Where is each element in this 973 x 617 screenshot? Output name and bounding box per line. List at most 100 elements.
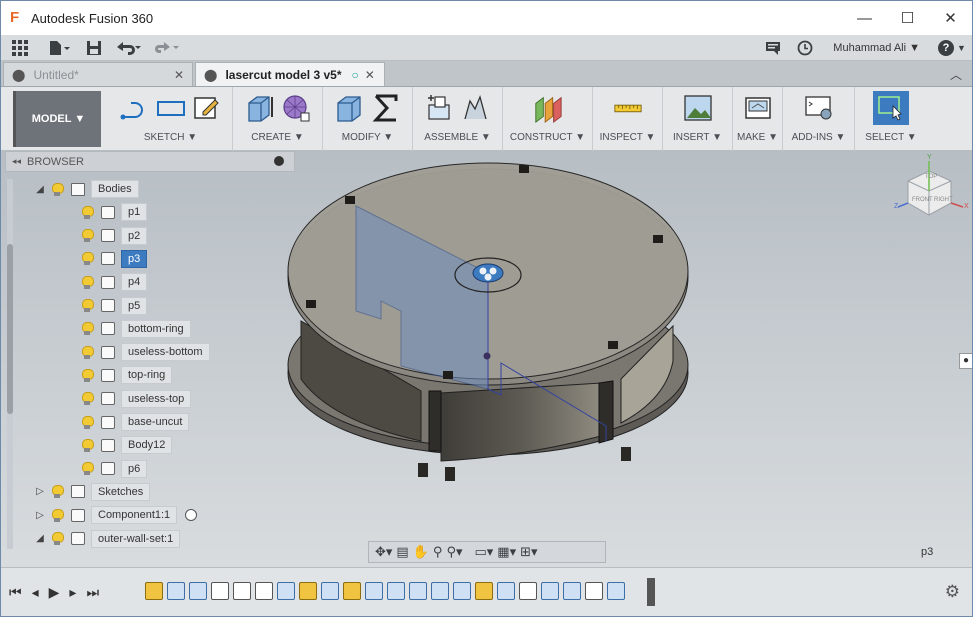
go-to-end-icon[interactable]: ⏭	[86, 584, 99, 601]
step-forward-icon[interactable]: ▸	[69, 584, 76, 601]
fit-icon[interactable]: ⚲▾	[446, 544, 462, 560]
browser-item[interactable]: bottom-ring	[67, 319, 191, 339]
viewcube-front-label[interactable]: FRONT	[912, 197, 933, 203]
visibility-bulb-icon[interactable]	[81, 229, 94, 243]
browser-item[interactable]: Body12	[67, 435, 173, 455]
sum-icon[interactable]	[371, 93, 401, 123]
timeline-marker[interactable]	[647, 578, 655, 606]
timeline-feature[interactable]	[541, 582, 559, 600]
timeline-feature[interactable]	[409, 582, 427, 600]
close-tab-icon[interactable]: ✕	[174, 68, 184, 82]
create-group[interactable]: CREATE ▼	[233, 87, 323, 151]
save-icon[interactable]	[79, 35, 109, 61]
timeline-feature[interactable]	[343, 582, 361, 600]
step-back-icon[interactable]: ◂	[32, 584, 39, 601]
help-icon[interactable]: ? ▼	[932, 35, 972, 61]
browser-item[interactable]: p3	[67, 249, 148, 269]
timeline-feature[interactable]	[585, 582, 603, 600]
timeline-feature[interactable]	[211, 582, 229, 600]
look-at-icon[interactable]: ▤	[396, 544, 408, 560]
insert-group[interactable]: INSERT ▼	[663, 87, 733, 151]
viewcube-top-label[interactable]: TOP	[925, 174, 937, 180]
browser-item[interactable]: top-ring	[67, 365, 173, 385]
close-tab-icon[interactable]: ✕	[365, 68, 375, 82]
visibility-bulb-icon[interactable]	[81, 299, 94, 312]
gear-icon[interactable]: ⚙	[945, 582, 960, 602]
construct-group[interactable]: CONSTRUCT ▼	[503, 87, 593, 151]
make-group[interactable]: MAKE ▼	[733, 87, 783, 151]
browser-options-icon[interactable]	[274, 156, 284, 166]
timeline-feature[interactable]	[365, 582, 383, 600]
timeline-feature[interactable]	[387, 582, 405, 600]
zoom-icon[interactable]: ⚲	[433, 544, 443, 560]
activate-component-radio[interactable]	[185, 509, 198, 522]
browser-item[interactable]: ◢ Bodies	[33, 179, 139, 199]
close-button[interactable]: ✕	[929, 1, 972, 35]
expand-caret-icon[interactable]: ▷	[33, 486, 47, 497]
expand-caret-icon[interactable]: ◢	[33, 184, 47, 195]
viewcube-right-label[interactable]: RIGHT	[934, 197, 953, 203]
measure-icon[interactable]	[613, 93, 643, 123]
timeline-feature[interactable]	[431, 582, 449, 600]
insert-image-icon[interactable]	[683, 93, 713, 123]
3d-print-icon[interactable]	[743, 93, 773, 123]
inspect-group[interactable]: INSPECT ▼	[593, 87, 663, 151]
undo-icon[interactable]	[109, 35, 149, 61]
viewports-icon[interactable]: ⊞▾	[520, 544, 537, 560]
timeline-feature[interactable]	[233, 582, 251, 600]
pan-icon[interactable]: ✋	[413, 544, 429, 560]
select-group[interactable]: SELECT ▼	[855, 87, 927, 151]
file-menu-icon[interactable]	[39, 35, 79, 61]
browser-item[interactable]: p2	[67, 226, 148, 246]
collapse-tabs-icon[interactable]: ︿	[950, 66, 962, 83]
tab-untitled[interactable]: ⬤ Untitled* ✕	[3, 62, 193, 86]
workspace-switcher[interactable]: MODEL ▼	[13, 91, 101, 147]
display-settings-icon[interactable]: ▭▾	[474, 544, 493, 560]
visibility-bulb-icon[interactable]	[51, 508, 64, 522]
redo-icon[interactable]	[149, 35, 185, 61]
visibility-bulb-icon[interactable]	[81, 322, 94, 336]
timeline-feature[interactable]	[167, 582, 185, 600]
orbit-icon[interactable]: ✥▾	[375, 544, 392, 560]
visibility-bulb-icon[interactable]	[81, 275, 94, 289]
browser-header[interactable]: ◂◂ BROWSER	[5, 151, 295, 172]
assemble-group[interactable]: ASSEMBLE ▼	[413, 87, 503, 151]
browser-item[interactable]: ◢ outer-wall-set:1	[33, 529, 181, 549]
visibility-bulb-icon[interactable]	[81, 392, 94, 406]
browser-item[interactable]: p1	[67, 202, 148, 222]
extrude-icon[interactable]	[245, 93, 275, 123]
browser-item[interactable]: useless-bottom	[67, 342, 210, 362]
new-component-icon[interactable]	[425, 93, 455, 123]
timeline-feature[interactable]	[299, 582, 317, 600]
job-status-icon[interactable]	[757, 35, 789, 61]
visibility-bulb-icon[interactable]	[81, 438, 94, 452]
timeline-feature[interactable]	[321, 582, 339, 600]
visibility-bulb-icon[interactable]	[51, 485, 64, 499]
browser-item[interactable]: p6	[67, 459, 148, 479]
visibility-bulb-icon[interactable]	[81, 252, 94, 266]
timeline-feature[interactable]	[519, 582, 537, 600]
visibility-bulb-icon[interactable]	[81, 345, 94, 359]
browser-item[interactable]: ▷ Component1:1	[33, 505, 198, 525]
visibility-bulb-icon[interactable]	[81, 368, 94, 382]
expand-panel-icon[interactable]: ●	[959, 353, 972, 369]
timeline-feature[interactable]	[277, 582, 295, 600]
offset-plane-icon[interactable]	[533, 93, 563, 123]
go-to-start-icon[interactable]: ⏮	[9, 584, 22, 601]
sketch-arc-icon[interactable]	[120, 93, 150, 123]
browser-item[interactable]: p5	[67, 296, 148, 316]
visibility-bulb-icon[interactable]	[81, 205, 94, 219]
grid-settings-icon[interactable]: ▦▾	[497, 544, 516, 560]
sketch-rectangle-icon[interactable]	[156, 93, 186, 123]
tab-lasercut-model[interactable]: ⬤ lasercut model 3 v5* ○ ✕	[195, 62, 385, 86]
browser-item[interactable]: base-uncut	[67, 412, 190, 432]
browser-item[interactable]: useless-top	[67, 389, 192, 409]
user-account-menu[interactable]: Muhammad Ali ▼	[833, 42, 920, 54]
timeline-feature[interactable]	[497, 582, 515, 600]
sketch-group[interactable]: SKETCH ▼	[109, 87, 233, 151]
scripts-addins-icon[interactable]	[804, 93, 834, 123]
select-icon[interactable]	[873, 91, 909, 125]
timeline-feature[interactable]	[145, 582, 163, 600]
visibility-bulb-icon[interactable]	[81, 462, 94, 476]
maximize-button[interactable]: ☐	[886, 1, 929, 35]
